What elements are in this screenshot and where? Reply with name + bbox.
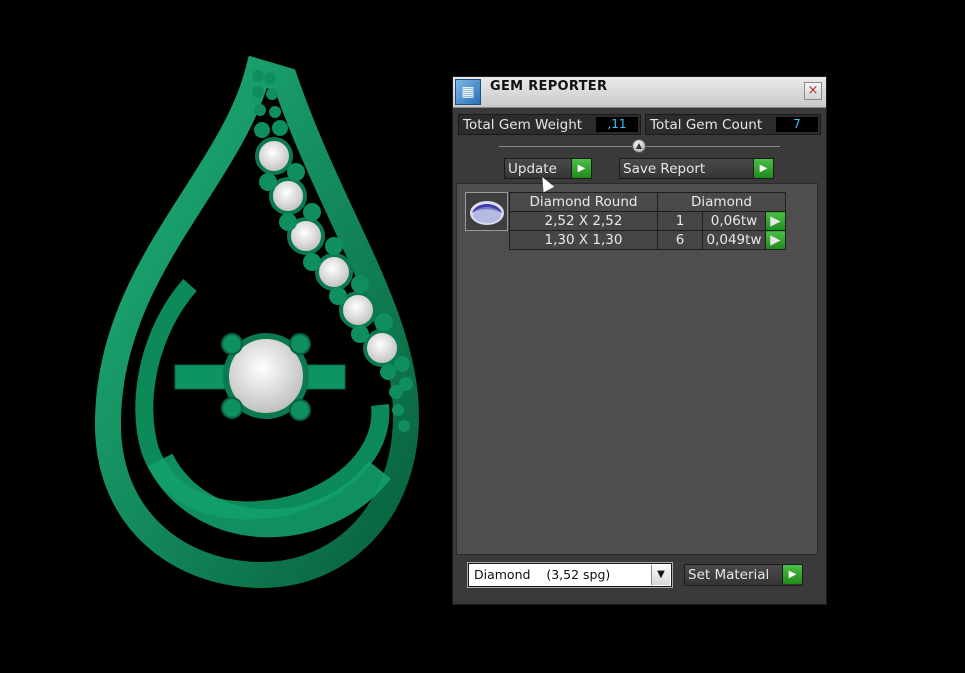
save-report-button[interactable]: Save Report ▶ xyxy=(619,158,774,179)
update-label: Update xyxy=(508,161,557,177)
total-gem-weight-label: Total Gem Weight xyxy=(463,116,583,133)
material-dropdown[interactable]: Diamond (3,52 spg) ▼ xyxy=(467,562,673,588)
pendant-model xyxy=(94,55,419,589)
gem-weight-cell: 0,049tw xyxy=(702,230,766,250)
total-gem-count-field: Total Gem Count 7 xyxy=(645,114,821,135)
title-bar[interactable]: ▦ GEM REPORTER × xyxy=(453,77,826,108)
set-material-label: Set Material xyxy=(688,567,770,583)
model-viewport[interactable] xyxy=(0,0,450,669)
total-gem-weight-value: ,11 xyxy=(596,117,638,132)
close-button[interactable]: × xyxy=(804,82,822,100)
select-row-button[interactable]: ▶ xyxy=(765,230,786,250)
gem-size-cell: 1,30 X 1,30 xyxy=(509,230,658,250)
set-material-button[interactable]: Set Material ▶ xyxy=(684,564,803,586)
select-row-button[interactable]: ▶ xyxy=(765,211,786,231)
chevron-down-icon[interactable]: ▼ xyxy=(651,565,670,585)
gem-weight-cell: 0,06tw xyxy=(702,211,766,231)
material-selected-value: Diamond (3,52 spg) xyxy=(474,567,611,582)
play-icon: ▶ xyxy=(753,159,773,178)
play-icon: ▶ xyxy=(571,159,591,178)
table-header-row: Diamond Round Diamond xyxy=(509,192,786,212)
diamond-gem-icon[interactable] xyxy=(465,192,508,231)
gem-reporter-icon: ▦ xyxy=(455,79,481,105)
save-report-label: Save Report xyxy=(623,161,706,177)
gem-size-cell: 2,52 X 2,52 xyxy=(509,211,658,231)
play-icon: ▶ xyxy=(770,213,781,229)
gem-count-cell: 1 xyxy=(657,211,703,231)
total-gem-count-label: Total Gem Count xyxy=(650,116,763,133)
splitter-handle[interactable]: ▲ xyxy=(632,139,646,153)
column-header-material: Diamond xyxy=(657,192,786,212)
total-gem-weight-field: Total Gem Weight ,11 xyxy=(458,114,641,135)
play-icon: ▶ xyxy=(770,232,781,248)
gem-count-cell: 6 xyxy=(657,230,703,250)
gem-table: Diamond Round Diamond 2,52 X 2,52 1 0,06… xyxy=(509,192,786,250)
window-title: GEM REPORTER xyxy=(490,79,608,94)
play-icon: ▶ xyxy=(782,565,802,584)
total-gem-count-value: 7 xyxy=(776,117,818,132)
close-icon: × xyxy=(807,83,819,98)
gem-list[interactable]: Diamond Round Diamond 2,52 X 2,52 1 0,06… xyxy=(456,183,818,555)
gem-reporter-panel: ▦ GEM REPORTER × Total Gem Weight ,11 To… xyxy=(452,76,827,605)
column-header-shape: Diamond Round xyxy=(509,192,658,212)
table-row[interactable]: 1,30 X 1,30 6 0,049tw ▶ xyxy=(509,230,786,250)
table-row[interactable]: 2,52 X 2,52 1 0,06tw ▶ xyxy=(509,211,786,231)
